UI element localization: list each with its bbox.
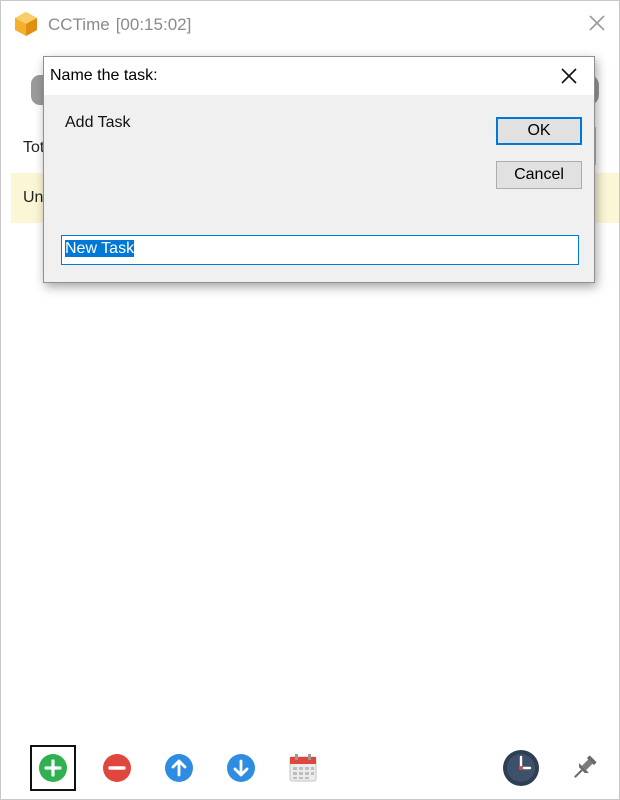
move-up-icon [165, 754, 193, 782]
ok-button[interactable]: OK [496, 117, 582, 145]
pin-icon [574, 755, 597, 778]
move-down-icon [227, 754, 255, 782]
window-title: CCTime [00:15:02] [48, 15, 191, 35]
cancel-button[interactable]: Cancel [496, 161, 582, 189]
window-close-button[interactable] [585, 11, 609, 35]
close-icon [561, 68, 577, 84]
move-up-button[interactable] [156, 745, 202, 791]
move-down-button[interactable] [218, 745, 264, 791]
title-bar: CCTime [00:15:02] [1, 1, 619, 47]
total-label: Tot [23, 139, 45, 156]
close-icon [589, 15, 605, 31]
clock-button[interactable] [498, 745, 544, 791]
add-task-button[interactable] [30, 745, 76, 791]
app-name: CCTime [48, 15, 110, 34]
app-window: CCTime [00:15:02] Tot Un Name the task: A… [0, 0, 620, 800]
task-name-selected-text: New Task [65, 240, 135, 257]
task-row-label: Un [23, 189, 44, 206]
calendar-icon [289, 754, 317, 782]
remove-icon [103, 754, 131, 782]
pin-button[interactable] [561, 745, 607, 791]
remove-task-button[interactable] [94, 745, 140, 791]
app-logo-icon [15, 12, 37, 36]
dialog-title-bar: Name the task: [44, 57, 594, 95]
task-name-input[interactable]: New Task [61, 235, 579, 265]
calendar-button[interactable] [280, 745, 326, 791]
name-task-dialog: Name the task: Add Task OK Cancel New Ta… [43, 56, 595, 283]
add-icon [39, 754, 67, 782]
dialog-title: Name the task: [50, 67, 158, 84]
dialog-close-button[interactable] [556, 63, 582, 89]
dialog-prompt: Add Task [65, 114, 131, 131]
elapsed-timer: [00:15:02] [115, 15, 192, 34]
clock-icon [503, 750, 539, 786]
